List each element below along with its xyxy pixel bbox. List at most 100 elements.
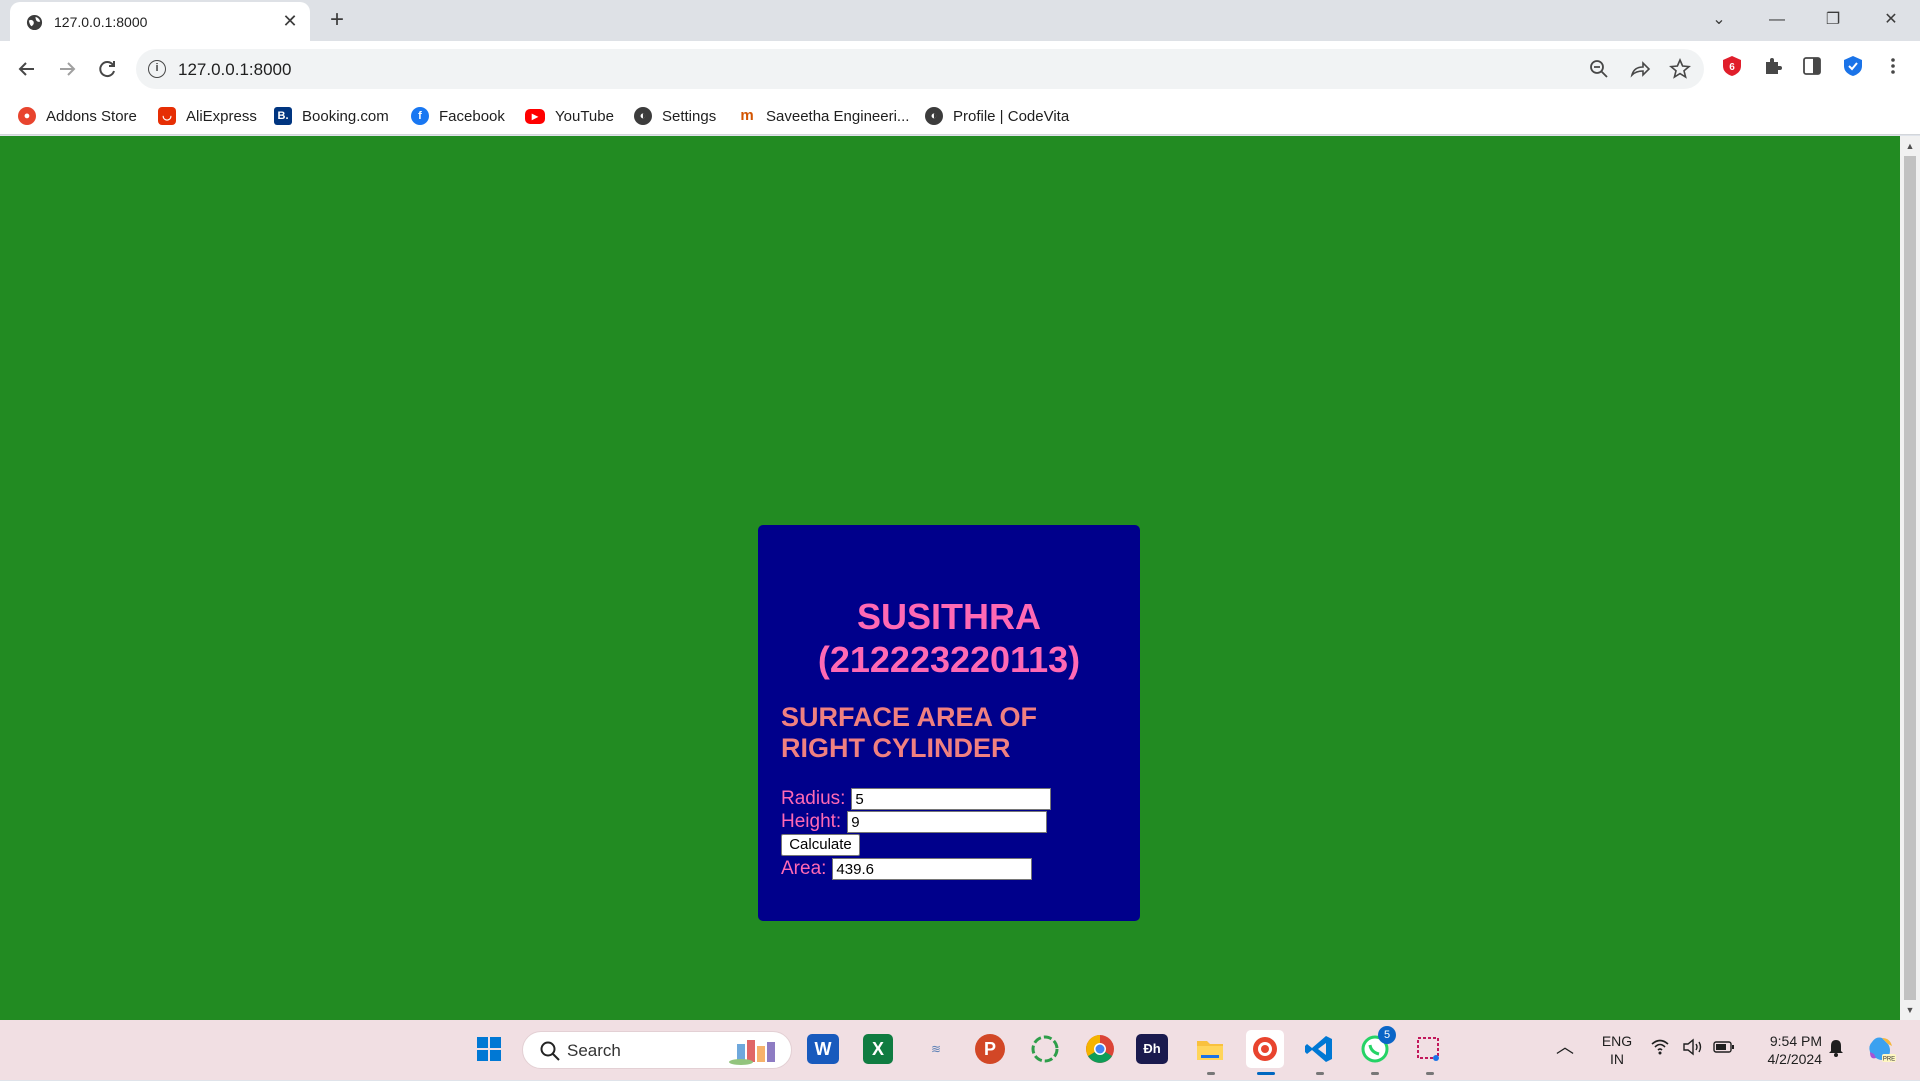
aliexpress-icon: ◡ (158, 107, 176, 125)
word-app-icon[interactable]: W (807, 1034, 839, 1064)
running-indicator (1316, 1072, 1324, 1075)
bookmark-label: Saveetha Engineeri... (766, 107, 910, 125)
bookmark-star-icon[interactable] (1669, 57, 1691, 80)
globe-icon: ◐ (634, 107, 652, 125)
taskbar: Search W X ≋ P Ɖh 5 ︿ ENG IN 9:54 PM 4/2… (0, 1020, 1920, 1080)
vscode-app-icon[interactable] (1300, 1030, 1338, 1068)
height-label: Height: (781, 811, 842, 832)
bookmark-saveetha[interactable]: m Saveetha Engineeri... (738, 105, 909, 127)
more-menu-icon[interactable] (1880, 55, 1906, 81)
dev-app-icon[interactable]: Ɖh (1136, 1034, 1168, 1064)
bookmark-label: Facebook (439, 107, 505, 125)
bookmark-label: Addons Store (46, 107, 137, 125)
wifi-icon[interactable] (1650, 1038, 1670, 1060)
volume-icon[interactable] (1682, 1038, 1704, 1060)
close-window-button[interactable]: ✕ (1874, 6, 1908, 34)
bookmark-label: AliExpress (186, 107, 257, 125)
notification-bell-icon[interactable] (1826, 1038, 1846, 1062)
bookmarks-bar: ● Addons Store ◡ AliExpress B. Booking.c… (0, 97, 1920, 135)
new-tab-button[interactable]: + (324, 8, 350, 34)
height-input[interactable] (847, 811, 1048, 833)
start-button[interactable] (470, 1030, 508, 1068)
booking-icon: B. (274, 107, 292, 125)
tab-search-icon[interactable]: ⌄ (1702, 6, 1736, 34)
address-url[interactable]: 127.0.0.1:8000 (178, 60, 291, 80)
scroll-down-arrow-icon[interactable]: ▼ (1904, 1004, 1916, 1016)
bookmark-label: Settings (662, 107, 717, 125)
extensions-puzzle-icon[interactable] (1760, 55, 1786, 81)
running-indicator (1426, 1072, 1434, 1075)
radius-input[interactable] (851, 788, 1052, 810)
student-name: SUSITHRA (212223220113) (758, 595, 1140, 681)
language-indicator[interactable]: ENG IN (1598, 1032, 1636, 1068)
excel-app-icon[interactable]: X (863, 1034, 893, 1064)
address-bar[interactable]: i 127.0.0.1:8000 (136, 49, 1704, 89)
globe-icon: ◐ (925, 107, 943, 125)
addons-store-icon: ● (18, 107, 36, 125)
share-icon[interactable] (1629, 58, 1651, 80)
adblock-extension-icon[interactable]: 6 (1719, 55, 1745, 81)
bookmark-settings[interactable]: ◐ Settings (634, 105, 716, 127)
taskbar-search[interactable]: Search (522, 1031, 792, 1069)
powerpoint-app-icon[interactable]: P (975, 1034, 1005, 1064)
running-indicator (1371, 1072, 1379, 1075)
camu-app-icon[interactable]: ≋ (917, 1030, 955, 1068)
radius-label: Radius: (781, 788, 846, 809)
scroll-up-arrow-icon[interactable]: ▲ (1904, 140, 1916, 152)
student-id-line: (212223220113) (817, 639, 1081, 680)
scroll-thumb[interactable] (1904, 156, 1916, 1000)
bookmark-codevita[interactable]: ◐ Profile | CodeVita (925, 105, 1069, 127)
bookmark-addons-store[interactable]: ● Addons Store (18, 105, 137, 127)
globe-icon (26, 14, 43, 31)
search-highlight-icon (729, 1040, 775, 1065)
student-name-line: SUSITHRA (856, 596, 1041, 637)
calculate-button[interactable]: Calculate (781, 834, 860, 856)
bookmark-aliexpress[interactable]: ◡ AliExpress (158, 105, 257, 127)
calculator-card: SUSITHRA (212223220113) SURFACE AREA OF … (758, 525, 1140, 921)
title-line-2: RIGHT CYLINDER (781, 733, 1011, 763)
bookmark-booking[interactable]: B. Booking.com (274, 105, 389, 127)
forward-button[interactable] (53, 55, 81, 83)
tab-close-icon[interactable]: ✕ (280, 11, 300, 31)
region-line: IN (1610, 1051, 1624, 1067)
reload-button[interactable] (93, 55, 121, 83)
clock-date: 4/2/2024 (1767, 1051, 1823, 1067)
height-row: Height: (781, 810, 1048, 834)
forward-arrow-icon (60, 62, 76, 76)
show-hidden-icons-icon[interactable]: ︿ (1556, 1038, 1574, 1056)
page-viewport: SUSITHRA (212223220113) SURFACE AREA OF … (0, 136, 1900, 1020)
zoom-icon[interactable] (1588, 58, 1610, 80)
saveetha-icon: m (740, 107, 754, 124)
language-line: ENG (1601, 1033, 1633, 1049)
area-label: Area: (781, 858, 827, 879)
whatsapp-app-icon[interactable]: 5 (1356, 1026, 1396, 1068)
active-browser-app-icon[interactable] (1246, 1030, 1284, 1068)
reload-icon (99, 61, 115, 78)
browser-tab[interactable]: 127.0.0.1:8000 ✕ (10, 2, 310, 41)
bookmark-facebook[interactable]: f Facebook (411, 105, 505, 127)
bookmark-youtube[interactable]: ▶ YouTube (525, 105, 614, 127)
file-explorer-icon[interactable] (1191, 1030, 1229, 1068)
chrome-app-icon[interactable] (1081, 1030, 1119, 1068)
shield-check-icon[interactable] (1840, 55, 1866, 81)
clock[interactable]: 9:54 PM 4/2/2024 (1750, 1032, 1823, 1068)
side-panel-icon[interactable] (1799, 55, 1825, 81)
bookmark-label: YouTube (555, 107, 614, 125)
copilot-icon[interactable]: PRE (1864, 1032, 1898, 1070)
back-button[interactable] (13, 55, 41, 83)
page-title: SURFACE AREA OF RIGHT CYLINDER (781, 702, 1101, 764)
minimize-button[interactable]: — (1760, 6, 1794, 34)
page-scrollbar[interactable]: ▲ ▼ (1900, 136, 1920, 1020)
battery-icon[interactable] (1713, 1038, 1735, 1060)
radius-row: Radius: (781, 787, 1052, 811)
area-output[interactable] (832, 858, 1033, 880)
tab-strip: 127.0.0.1:8000 ✕ + ⌄ — ❐ ✕ (0, 0, 1920, 41)
snipping-tool-icon[interactable] (1410, 1030, 1448, 1068)
restore-button[interactable]: ❐ (1816, 6, 1850, 34)
site-info-icon[interactable]: i (148, 60, 166, 78)
clock-time: 9:54 PM (1769, 1033, 1822, 1049)
whatsapp-badge: 5 (1378, 1026, 1396, 1044)
refresh-app-icon[interactable] (1026, 1030, 1064, 1068)
back-arrow-icon (18, 62, 34, 76)
windows-logo-icon (477, 1037, 501, 1061)
